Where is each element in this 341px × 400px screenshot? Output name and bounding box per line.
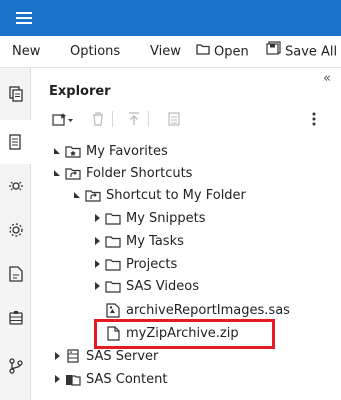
- tree-item-my-snippets[interactable]: My Snippets: [92, 208, 206, 228]
- tree-item-label: SAS Content: [86, 371, 168, 387]
- file-icon: [105, 325, 121, 341]
- shortcut-folder-icon: [85, 188, 101, 202]
- save-all-button[interactable]: Save All: [266, 36, 337, 68]
- shortcut-folder-icon: [65, 166, 81, 180]
- folder-icon: [105, 234, 121, 248]
- properties-icon[interactable]: [168, 111, 180, 130]
- server-icon: [65, 349, 81, 363]
- tree-item-folder-shortcuts[interactable]: Folder Shortcuts: [52, 163, 192, 183]
- options-menu-label: Options: [70, 44, 121, 59]
- tree-item-label: My Favorites: [86, 143, 168, 159]
- collapsed-caret-icon[interactable]: [92, 260, 102, 268]
- tree-item-label: SAS Videos: [126, 278, 199, 294]
- open-button-label: Open: [214, 44, 249, 60]
- tree-item-label: Shortcut to My Folder: [106, 187, 246, 203]
- settings-gear-icon[interactable]: [0, 208, 31, 252]
- folder-icon: [105, 211, 121, 225]
- open-button[interactable]: Open: [196, 36, 249, 68]
- tree-item-label: My Tasks: [126, 233, 184, 249]
- more-options-icon[interactable]: [312, 111, 316, 130]
- expand-caret-icon[interactable]: [72, 192, 82, 198]
- favorites-folder-icon: [65, 144, 81, 158]
- tree-item-sas-content[interactable]: SAS Content: [52, 369, 167, 389]
- tree-item-archive-report-images[interactable]: archiveReportImages.sas: [105, 300, 290, 320]
- folder-icon: [105, 257, 121, 271]
- tree-item-my-favorites[interactable]: My Favorites: [52, 141, 168, 161]
- tree-item-label: SAS Server: [86, 348, 159, 364]
- libraries-nav-icon[interactable]: [0, 296, 31, 340]
- view-menu[interactable]: View: [150, 36, 181, 68]
- explorer-toolbar: [52, 108, 332, 130]
- save-all-icon: [266, 36, 281, 68]
- tasks-nav-icon[interactable]: [0, 164, 31, 208]
- tree-item-sas-videos[interactable]: SAS Videos: [92, 276, 199, 296]
- tree-item-label: Projects: [126, 256, 178, 272]
- tree-item-label: myZipArchive.zip: [126, 325, 239, 341]
- collapsed-caret-icon[interactable]: [52, 352, 62, 360]
- expand-caret-icon[interactable]: [52, 148, 62, 154]
- tree-item-my-zip-archive[interactable]: myZipArchive.zip: [105, 323, 239, 343]
- folder-icon: [105, 279, 121, 293]
- delete-icon[interactable]: [92, 111, 104, 130]
- new-menu[interactable]: New: [12, 36, 40, 68]
- navigation-sidebar: [0, 68, 31, 400]
- collapsed-caret-icon[interactable]: [52, 375, 62, 383]
- tree-item-sas-server[interactable]: SAS Server: [52, 346, 158, 366]
- new-item-icon[interactable]: [52, 111, 74, 130]
- git-branch-icon[interactable]: [0, 344, 31, 388]
- new-menu-label: New: [12, 44, 41, 59]
- hamburger-menu-icon[interactable]: [16, 12, 32, 24]
- tree-item-label: My Snippets: [126, 210, 206, 226]
- menu-bar: New Options View Open Save All: [0, 36, 341, 68]
- sas-program-file-icon: [105, 302, 121, 318]
- save-all-button-label: Save All: [285, 44, 338, 60]
- panel-title: Explorer: [49, 84, 111, 99]
- options-menu[interactable]: Options: [70, 36, 120, 68]
- view-menu-label: View: [150, 44, 181, 59]
- tree-item-label: archiveReportImages.sas: [126, 302, 290, 318]
- collapsed-caret-icon[interactable]: [92, 214, 102, 222]
- tree-item-label: Folder Shortcuts: [86, 165, 193, 181]
- collapse-panel-icon[interactable]: «: [323, 71, 331, 86]
- app-header: [0, 0, 341, 36]
- expand-caret-icon[interactable]: [52, 170, 62, 176]
- file-nav-icon[interactable]: [0, 252, 31, 296]
- open-item-icon[interactable]: [0, 72, 31, 116]
- collapsed-caret-icon[interactable]: [92, 237, 102, 245]
- upload-icon[interactable]: [128, 111, 140, 130]
- folder-open-icon: [196, 36, 210, 68]
- collapsed-caret-icon[interactable]: [92, 282, 102, 290]
- tree-item-my-tasks[interactable]: My Tasks: [92, 231, 184, 251]
- tree-item-projects[interactable]: Projects: [92, 254, 177, 274]
- explorer-nav-icon[interactable]: [0, 120, 31, 164]
- content-server-icon: [65, 372, 81, 386]
- tree-item-shortcut-to-my-folder[interactable]: Shortcut to My Folder: [72, 185, 246, 205]
